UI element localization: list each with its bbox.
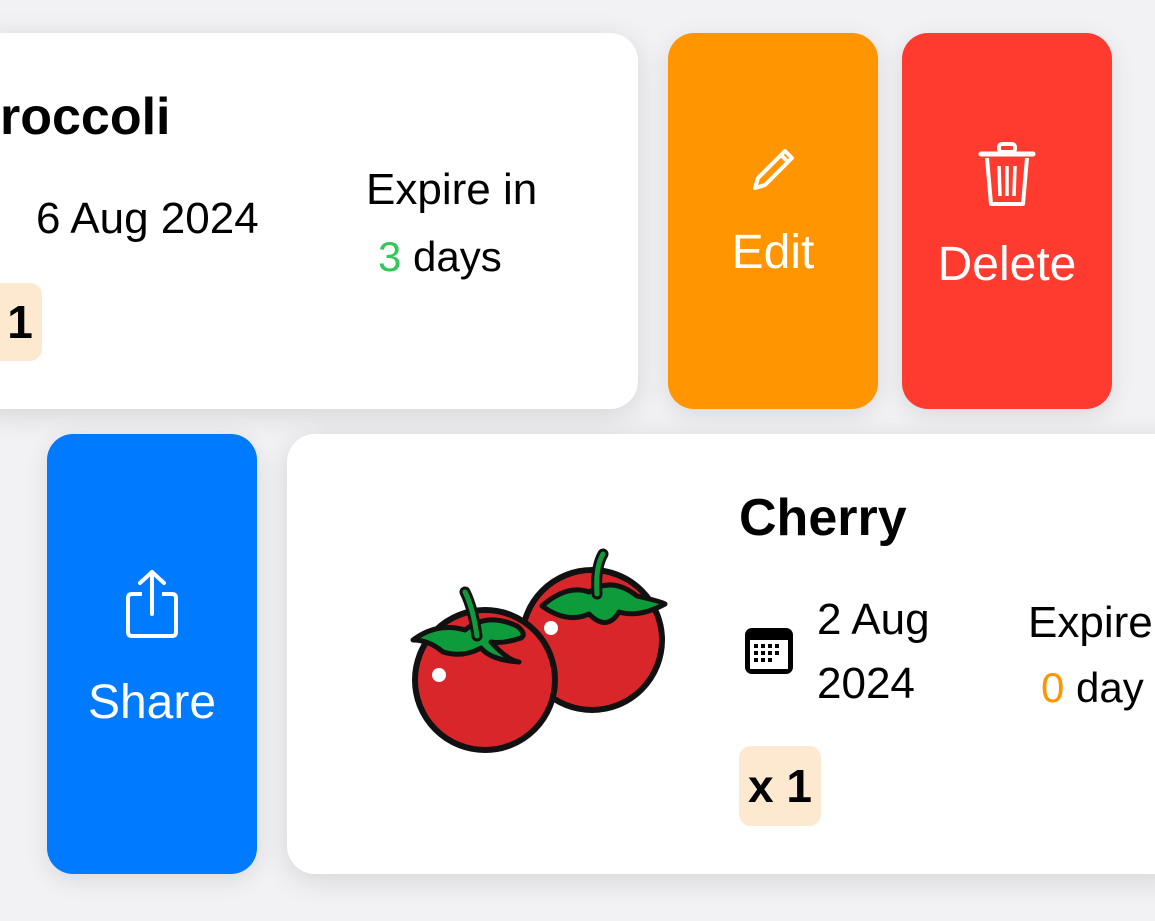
share-label: Share xyxy=(87,676,217,729)
edit-label: Edit xyxy=(731,226,815,279)
days-label: day xyxy=(1076,664,1144,711)
cherry-tomato-icon xyxy=(407,548,672,763)
item-card-cherry[interactable]: Cherry 2 Aug 2024 Expire 0 day x 1 xyxy=(287,434,1155,874)
quantity-badge: 1 xyxy=(0,283,42,361)
pencil-icon xyxy=(745,142,801,203)
item-card-broccoli[interactable]: roccoli 6 Aug 2024 Expire in 3 days 1 xyxy=(0,33,638,409)
trash-icon xyxy=(977,140,1037,215)
item-date-line2: 2024 xyxy=(817,659,915,708)
share-button[interactable]: Share xyxy=(47,434,257,874)
share-icon xyxy=(122,568,182,645)
item-title: Cherry xyxy=(739,489,907,547)
item-date: 2 Aug 2024 xyxy=(817,588,930,716)
calendar-icon xyxy=(743,626,795,681)
expire-label: Expire in xyxy=(366,165,538,214)
calendar-icon xyxy=(0,193,12,248)
item-date: 6 Aug 2024 xyxy=(36,194,259,243)
item-date-line1: 2 Aug xyxy=(817,595,930,644)
quantity-badge: x 1 xyxy=(739,746,821,826)
item-title: roccoli xyxy=(0,88,171,146)
delete-label: Delete xyxy=(937,238,1077,291)
expire-value: 0 xyxy=(1041,664,1065,711)
expire-value: 3 xyxy=(378,233,402,280)
quantity-value: 1 xyxy=(7,296,33,348)
quantity-value: x 1 xyxy=(748,760,812,812)
expire-days: 3 days xyxy=(378,233,502,281)
days-label: days xyxy=(413,233,502,280)
expire-label: Expire xyxy=(1028,598,1153,647)
expire-days: 0 day xyxy=(1041,664,1144,712)
edit-button[interactable]: Edit xyxy=(668,33,878,409)
delete-button[interactable]: Delete xyxy=(902,33,1112,409)
